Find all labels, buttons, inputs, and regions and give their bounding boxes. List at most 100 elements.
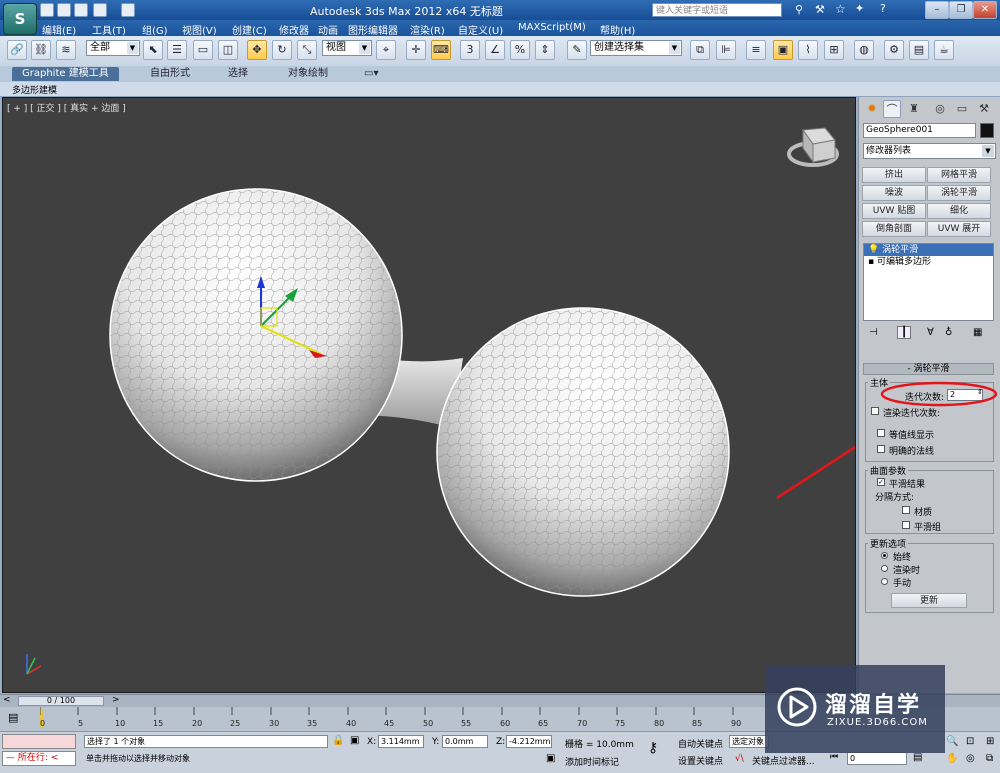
turbosmooth-button[interactable]: 涡轮平滑: [927, 185, 991, 201]
maxscript-listener-top[interactable]: [2, 734, 76, 749]
smoothing-groups-checkbox[interactable]: [902, 521, 910, 529]
pan-icon[interactable]: ✋: [946, 753, 958, 764]
viewcube[interactable]: [787, 127, 839, 167]
stack-item-editable-poly[interactable]: ▪ 可编辑多边形: [864, 256, 993, 268]
turbosmooth-rollout-header[interactable]: - 涡轮平滑: [863, 363, 994, 375]
update-button[interactable]: 更新: [891, 593, 967, 608]
select-by-name-icon[interactable]: ☰: [167, 40, 187, 60]
absolute-mode-icon[interactable]: ▣: [350, 735, 359, 746]
left-sphere-mesh[interactable]: [109, 188, 403, 482]
percent-snap-icon[interactable]: %: [510, 40, 530, 60]
binoculars-icon[interactable]: ⚲: [795, 3, 803, 16]
bevel-profile-button[interactable]: 倒角剖面: [862, 221, 926, 237]
key-mode-icon[interactable]: ⚷: [648, 740, 658, 756]
meshsmooth-button[interactable]: 网格平滑: [927, 167, 991, 183]
hierarchy-tab-icon[interactable]: ♜: [905, 100, 923, 118]
key-filter-icon[interactable]: √\: [735, 754, 744, 764]
mini-curve-editor-icon[interactable]: ▤: [8, 711, 18, 724]
uvw-map-button[interactable]: UVW 贴图: [862, 203, 926, 219]
make-unique-icon[interactable]: ∀: [927, 327, 934, 338]
isoline-display-checkbox[interactable]: [877, 429, 885, 437]
always-radio[interactable]: [881, 552, 888, 559]
star-icon[interactable]: ☆: [835, 2, 846, 16]
angle-snap-icon[interactable]: ∠: [485, 40, 505, 60]
maxscript-listener-bottom[interactable]: — 所在行: <: [2, 751, 76, 766]
tab-freeform[interactable]: 自由形式: [150, 67, 190, 81]
close-button[interactable]: ✕: [973, 1, 997, 19]
unwrap-uvw-button[interactable]: UVW 展开: [927, 221, 991, 237]
z-coordinate-field[interactable]: -4.212mm: [506, 735, 552, 748]
menu-maxscript[interactable]: MAXScript(M): [518, 22, 586, 33]
search-input[interactable]: 键入关键字或短语: [652, 3, 782, 17]
app-logo[interactable]: S: [3, 3, 37, 35]
help-icon[interactable]: ?: [880, 2, 886, 15]
ribbon-options-icon[interactable]: ▭▾: [364, 67, 378, 81]
render-setup-icon[interactable]: ⚙: [884, 40, 904, 60]
menu-create[interactable]: 创建(C): [232, 22, 267, 37]
perspective-viewport[interactable]: [ + ] [ 正交 ] [ 真实 + 边面 ] z: [2, 97, 856, 693]
material-editor-icon[interactable]: ◍: [854, 40, 874, 60]
open-file-icon[interactable]: [57, 3, 71, 17]
time-slider-thumb[interactable]: 0 / 100: [18, 696, 104, 706]
manually-radio[interactable]: [881, 578, 888, 585]
display-tab-icon[interactable]: ▭: [953, 100, 971, 118]
add-time-tag[interactable]: 添加时间标记: [565, 755, 619, 768]
object-color-swatch[interactable]: [980, 123, 994, 138]
tab-object-paint[interactable]: 对象绘制: [288, 67, 328, 81]
mirror-icon[interactable]: ⧉: [690, 40, 710, 60]
keyboard-shortcut-override-icon[interactable]: ⌨: [431, 40, 451, 60]
current-frame-field[interactable]: 0: [847, 752, 907, 765]
key-icon[interactable]: ⚒: [815, 3, 825, 16]
menu-animation[interactable]: 动画: [318, 22, 338, 37]
set-key-button[interactable]: 设置关键点: [678, 754, 723, 767]
tab-selection[interactable]: 选择: [228, 67, 248, 81]
maximize-viewport-icon[interactable]: ⧉: [986, 753, 993, 764]
materials-checkbox[interactable]: [902, 506, 910, 514]
when-rendering-radio[interactable]: [881, 565, 888, 572]
select-manipulate-icon[interactable]: ✛: [406, 40, 426, 60]
x-coordinate-field[interactable]: 3.114mm: [378, 735, 424, 748]
explicit-normals-checkbox[interactable]: [877, 445, 885, 453]
rendered-frame-icon[interactable]: ▤: [909, 40, 929, 60]
menu-graph-editors[interactable]: 图形编辑器: [348, 22, 398, 37]
next-frame-icon[interactable]: >: [112, 695, 120, 705]
menu-help[interactable]: 帮助(H): [600, 22, 635, 37]
tab-graphite[interactable]: Graphite 建模工具: [12, 67, 119, 81]
layer-manager-icon[interactable]: ≡: [746, 40, 766, 60]
menu-rendering[interactable]: 渲染(R): [410, 22, 445, 37]
bind-space-warp-icon[interactable]: ≋: [56, 40, 76, 60]
select-move-icon[interactable]: ✥: [247, 40, 267, 60]
new-file-icon[interactable]: [40, 3, 54, 17]
align-icon[interactable]: ⊫: [716, 40, 736, 60]
right-sphere-mesh[interactable]: [436, 307, 730, 597]
snaps-toggle-icon[interactable]: 3: [460, 40, 480, 60]
redo-icon[interactable]: [121, 3, 135, 17]
reference-coordinate-dropdown[interactable]: 视图 ▼: [322, 40, 372, 56]
noise-button[interactable]: 噪波: [862, 185, 926, 201]
time-config-icon[interactable]: ▤: [913, 752, 922, 763]
window-crossing-icon[interactable]: ◫: [218, 40, 238, 60]
minimize-button[interactable]: –: [925, 1, 949, 19]
smooth-result-checkbox[interactable]: ✓: [877, 478, 885, 486]
object-name-field[interactable]: GeoSphere001: [863, 123, 976, 138]
menu-edit[interactable]: 编辑(E): [42, 22, 76, 37]
key-filters-button[interactable]: 关键点过滤器...: [752, 754, 815, 767]
polygon-modeling-label[interactable]: 多边形建模: [12, 83, 57, 96]
curve-editor-icon[interactable]: ⌇: [798, 40, 818, 60]
time-tag-icon[interactable]: ▣: [546, 753, 555, 764]
spinner-snap-icon[interactable]: ⇕: [535, 40, 555, 60]
auto-key-button[interactable]: 自动关键点: [678, 737, 723, 750]
modify-tab-icon[interactable]: ⌒: [883, 100, 901, 118]
graphite-toggle-icon[interactable]: ▣: [773, 40, 793, 60]
go-to-start-icon[interactable]: ⏮: [830, 752, 838, 762]
tessellate-button[interactable]: 细化: [927, 203, 991, 219]
render-teapot-icon[interactable]: ☕: [934, 40, 954, 60]
zoom-icon[interactable]: 🔍: [946, 736, 958, 747]
utilities-tab-icon[interactable]: ⚒: [975, 100, 993, 118]
menu-views[interactable]: 视图(V): [182, 22, 217, 37]
prev-frame-icon[interactable]: <: [3, 695, 11, 705]
remove-modifier-icon[interactable]: ♁: [945, 327, 952, 338]
select-object-icon[interactable]: ⬉: [143, 40, 163, 60]
motion-tab-icon[interactable]: ◎: [931, 100, 949, 118]
render-iters-checkbox[interactable]: [871, 407, 879, 415]
